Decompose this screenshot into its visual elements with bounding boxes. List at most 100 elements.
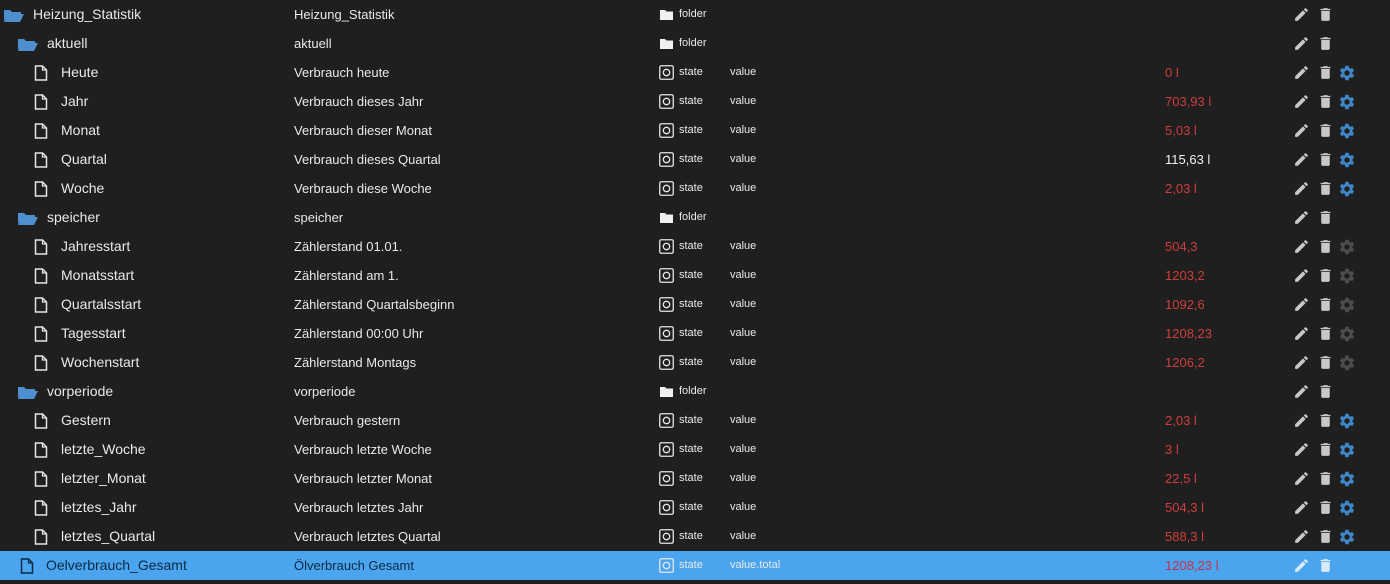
- file-icon: [34, 123, 48, 139]
- folder-row[interactable]: speicher speicher folder: [0, 203, 1390, 232]
- pencil-icon[interactable]: [1293, 499, 1310, 516]
- object-tree: Heizung_Statistik Heizung_Statistik fold…: [0, 0, 1390, 584]
- gear-icon[interactable]: [1338, 151, 1355, 168]
- trash-icon[interactable]: [1317, 180, 1334, 197]
- object-value[interactable]: 504,3 l: [1165, 493, 1204, 522]
- pencil-icon[interactable]: [1293, 64, 1310, 81]
- state-row[interactable]: Jahresstart Zählerstand 01.01. state val…: [0, 232, 1390, 261]
- pencil-icon[interactable]: [1293, 122, 1310, 139]
- pencil-icon[interactable]: [1293, 412, 1310, 429]
- gear-icon[interactable]: [1338, 122, 1355, 139]
- object-value[interactable]: 1203,2: [1165, 261, 1205, 290]
- pencil-icon[interactable]: [1293, 441, 1310, 458]
- object-value[interactable]: 1092,6: [1165, 290, 1205, 319]
- pencil-icon[interactable]: [1293, 470, 1310, 487]
- state-row[interactable]: Tagesstart Zählerstand 00:00 Uhr state v…: [0, 319, 1390, 348]
- trash-icon[interactable]: [1317, 267, 1334, 284]
- object-value[interactable]: 504,3: [1165, 232, 1198, 261]
- gear-icon[interactable]: [1338, 412, 1355, 429]
- state-row[interactable]: Monat Verbrauch dieser Monat state value…: [0, 116, 1390, 145]
- pencil-icon[interactable]: [1293, 296, 1310, 313]
- state-row[interactable]: letzte_Woche Verbrauch letzte Woche stat…: [0, 435, 1390, 464]
- trash-icon[interactable]: [1317, 441, 1334, 458]
- folder-open-icon[interactable]: [17, 210, 39, 226]
- trash-icon[interactable]: [1317, 93, 1334, 110]
- trash-icon[interactable]: [1317, 122, 1334, 139]
- trash-icon[interactable]: [1317, 64, 1334, 81]
- pencil-icon[interactable]: [1293, 325, 1310, 342]
- trash-icon[interactable]: [1317, 296, 1334, 313]
- state-row[interactable]: Heute Verbrauch heute state value 0 l: [0, 58, 1390, 87]
- gear-icon[interactable]: [1338, 441, 1355, 458]
- pencil-icon[interactable]: [1293, 383, 1310, 400]
- object-name: speicher: [47, 209, 100, 225]
- trash-icon[interactable]: [1317, 325, 1334, 342]
- pencil-icon[interactable]: [1293, 557, 1310, 574]
- object-description: Verbrauch dieser Monat: [294, 123, 433, 138]
- pencil-icon[interactable]: [1293, 35, 1310, 52]
- state-type-icon: [659, 65, 674, 80]
- object-value[interactable]: 703,93 l: [1165, 87, 1211, 116]
- folder-row[interactable]: aktuell aktuell folder: [0, 29, 1390, 58]
- state-type-icon: [659, 500, 674, 515]
- state-row[interactable]: Wochenstart Zählerstand Montags state va…: [0, 348, 1390, 377]
- object-value[interactable]: 588,3 l: [1165, 522, 1204, 551]
- object-value[interactable]: 1206,2: [1165, 348, 1205, 377]
- trash-icon[interactable]: [1317, 6, 1334, 23]
- trash-icon[interactable]: [1317, 209, 1334, 226]
- trash-icon[interactable]: [1317, 528, 1334, 545]
- pencil-icon[interactable]: [1293, 238, 1310, 255]
- object-value[interactable]: 5,03 l: [1165, 116, 1197, 145]
- gear-icon[interactable]: [1338, 64, 1355, 81]
- state-row[interactable]: letztes_Quartal Verbrauch letztes Quarta…: [0, 522, 1390, 551]
- state-row[interactable]: Quartal Verbrauch dieses Quartal state v…: [0, 145, 1390, 174]
- trash-icon[interactable]: [1317, 238, 1334, 255]
- pencil-icon[interactable]: [1293, 528, 1310, 545]
- gear-icon[interactable]: [1338, 499, 1355, 516]
- state-row[interactable]: Gestern Verbrauch gestern state value 2,…: [0, 406, 1390, 435]
- file-icon: [20, 558, 34, 574]
- trash-icon[interactable]: [1317, 383, 1334, 400]
- folder-open-icon[interactable]: [17, 36, 39, 52]
- trash-icon[interactable]: [1317, 412, 1334, 429]
- object-value[interactable]: 0 l: [1165, 58, 1179, 87]
- state-row[interactable]: Oelverbrauch_Gesamt Ölverbrauch Gesamt s…: [0, 551, 1390, 580]
- folder-open-icon[interactable]: [3, 7, 25, 23]
- pencil-icon[interactable]: [1293, 354, 1310, 371]
- state-row[interactable]: Jahr Verbrauch dieses Jahr state value 7…: [0, 87, 1390, 116]
- gear-icon[interactable]: [1338, 180, 1355, 197]
- state-row[interactable]: Monatsstart Zählerstand am 1. state valu…: [0, 261, 1390, 290]
- state-row[interactable]: Quartalsstart Zählerstand Quartalsbeginn…: [0, 290, 1390, 319]
- object-value[interactable]: 2,03 l: [1165, 174, 1197, 203]
- folder-open-icon[interactable]: [17, 384, 39, 400]
- gear-icon[interactable]: [1338, 470, 1355, 487]
- pencil-icon[interactable]: [1293, 267, 1310, 284]
- folder-row[interactable]: vorperiode vorperiode folder: [0, 377, 1390, 406]
- object-value[interactable]: 22,5 l: [1165, 464, 1197, 493]
- pencil-icon[interactable]: [1293, 209, 1310, 226]
- trash-icon[interactable]: [1317, 470, 1334, 487]
- gear-icon[interactable]: [1338, 93, 1355, 110]
- trash-icon[interactable]: [1317, 35, 1334, 52]
- pencil-icon[interactable]: [1293, 93, 1310, 110]
- state-row[interactable]: Woche Verbrauch diese Woche state value …: [0, 174, 1390, 203]
- trash-icon[interactable]: [1317, 151, 1334, 168]
- pencil-icon[interactable]: [1293, 6, 1310, 23]
- object-value[interactable]: 1208,23: [1165, 319, 1212, 348]
- state-row[interactable]: letztes_Jahr Verbrauch letztes Jahr stat…: [0, 493, 1390, 522]
- gear-icon[interactable]: [1338, 528, 1355, 545]
- object-value[interactable]: 3 l: [1165, 435, 1179, 464]
- state-type-icon: [659, 355, 674, 370]
- object-value[interactable]: 115,63 l: [1165, 145, 1210, 174]
- trash-icon[interactable]: [1317, 557, 1334, 574]
- folder-row[interactable]: Heizung_Statistik Heizung_Statistik fold…: [0, 0, 1390, 29]
- state-row[interactable]: letzter_Monat Verbrauch letzter Monat st…: [0, 464, 1390, 493]
- pencil-icon[interactable]: [1293, 180, 1310, 197]
- object-value[interactable]: 2,03 l: [1165, 406, 1197, 435]
- trash-icon[interactable]: [1317, 354, 1334, 371]
- trash-icon[interactable]: [1317, 499, 1334, 516]
- object-value[interactable]: 1208,23 l: [1165, 551, 1219, 580]
- pencil-icon[interactable]: [1293, 151, 1310, 168]
- object-description: Verbrauch letztes Quartal: [294, 529, 441, 544]
- state-type-icon: [659, 94, 674, 109]
